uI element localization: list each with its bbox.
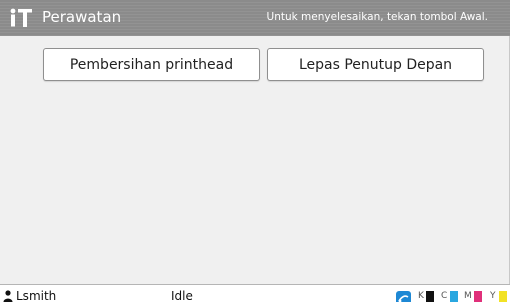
instruction-text: Untuk menyelesaikan, tekan tombol Awal. [266, 11, 488, 23]
main-panel: Pembersihan printhead Lepas Penutup Depa… [0, 36, 510, 284]
ink-c-level [450, 291, 458, 302]
user-icon [3, 290, 13, 302]
remove-front-cover-label: Lepas Penutup Depan [298, 56, 453, 73]
ink-m-label: M [464, 291, 472, 301]
maintenance-tools-icon [8, 8, 34, 28]
page-title: Perawatan [42, 8, 122, 26]
network-icon [396, 291, 411, 302]
maintenance-screen: Perawatan Untuk menyelesaikan, tekan tom… [0, 0, 510, 302]
remove-front-cover-button[interactable]: Lepas Penutup Depan [267, 48, 484, 81]
machine-state: Idle [171, 289, 193, 302]
ink-y-label: Y [490, 291, 496, 301]
printhead-cleaning-button[interactable]: Pembersihan printhead [43, 48, 260, 81]
title-bar: Perawatan Untuk menyelesaikan, tekan tom… [0, 0, 510, 36]
ink-y-level [499, 291, 507, 302]
user-name: Lsmith [16, 289, 57, 302]
ink-k-level [426, 291, 434, 302]
printhead-cleaning-label: Pembersihan printhead [69, 56, 234, 73]
status-bar: Lsmith Idle K C M Y [0, 284, 510, 302]
ink-k-label: K [418, 291, 424, 301]
ink-c-label: C [441, 291, 448, 301]
ink-m-level [474, 291, 482, 302]
